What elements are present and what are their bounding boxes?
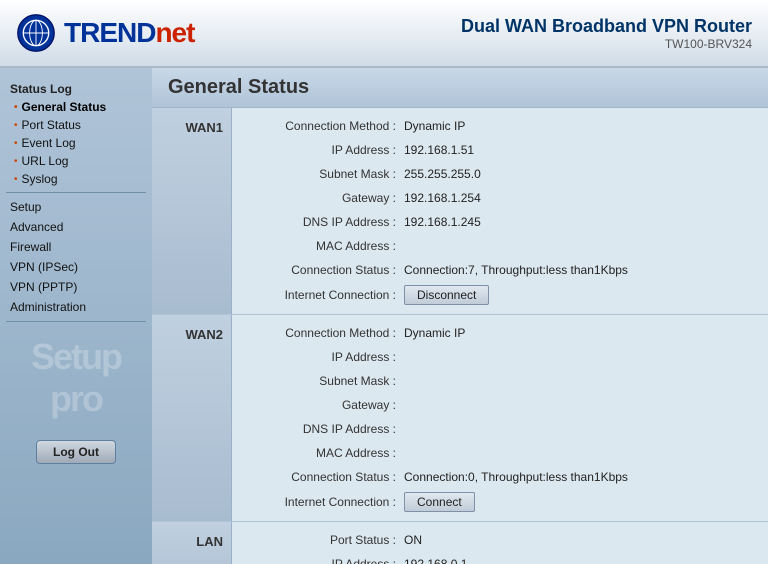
- wan2-subnet-label: Subnet Mask :: [244, 374, 404, 388]
- wan1-internet-label: Internet Connection :: [244, 288, 404, 302]
- wan1-dns-label: DNS IP Address :: [244, 215, 404, 229]
- sidebar-label-port-status: Port Status: [22, 118, 81, 132]
- wan1-label: WAN1: [152, 108, 232, 314]
- sidebar-item-vpn-pptp[interactable]: VPN (PPTP): [0, 277, 152, 297]
- wan1-gateway-row: Gateway : 192.168.1.254: [232, 186, 768, 210]
- wan2-status-value: Connection:0, Throughput:less than1Kbps: [404, 470, 628, 484]
- lan-port-status-value: ON: [404, 533, 422, 547]
- wan2-section: WAN2 Connection Method : Dynamic IP IP A…: [152, 315, 768, 522]
- main-layout: Status Log • General Status • Port Statu…: [0, 68, 768, 564]
- wan1-fields: Connection Method : Dynamic IP IP Addres…: [232, 108, 768, 314]
- logo: TRENDnet: [16, 13, 194, 53]
- wan1-gateway-label: Gateway :: [244, 191, 404, 205]
- wan2-status-row: Connection Status : Connection:0, Throug…: [232, 465, 768, 489]
- wan2-subnet-row: Subnet Mask :: [232, 369, 768, 393]
- bullet-icon: •: [14, 138, 18, 149]
- wan1-status-label: Connection Status :: [244, 263, 404, 277]
- sidebar-divider-2: [6, 321, 146, 322]
- sidebar-item-event-log[interactable]: • Event Log: [0, 134, 152, 152]
- wan1-ip-label: IP Address :: [244, 143, 404, 157]
- wan1-status-row: Connection Status : Connection:7, Throug…: [232, 258, 768, 282]
- wan2-connection-method-label: Connection Method :: [244, 326, 404, 340]
- status-log-title: Status Log: [0, 78, 152, 98]
- wan1-ip-value: 192.168.1.51: [404, 143, 474, 157]
- sidebar-item-url-log[interactable]: • URL Log: [0, 152, 152, 170]
- sidebar-item-setup[interactable]: Setup: [0, 197, 152, 217]
- wan2-fields: Connection Method : Dynamic IP IP Addres…: [232, 315, 768, 521]
- content-title: General Status: [168, 76, 752, 99]
- sidebar: Status Log • General Status • Port Statu…: [0, 68, 152, 564]
- wan2-ip-row: IP Address :: [232, 345, 768, 369]
- lan-ip-label: IP Address :: [244, 557, 404, 564]
- wan1-ip-row: IP Address : 192.168.1.51: [232, 138, 768, 162]
- sidebar-divider: [6, 192, 146, 193]
- bullet-icon: •: [14, 102, 18, 113]
- wan1-mac-row: MAC Address :: [232, 234, 768, 258]
- wan2-mac-label: MAC Address :: [244, 446, 404, 460]
- sidebar-label-event-log: Event Log: [22, 136, 76, 150]
- content-area: General Status WAN1 Connection Method : …: [152, 68, 768, 564]
- lan-port-status-label: Port Status :: [244, 533, 404, 547]
- wan1-subnet-row: Subnet Mask : 255.255.255.0: [232, 162, 768, 186]
- wan2-connection-method-value: Dynamic IP: [404, 326, 465, 340]
- wan2-dns-row: DNS IP Address :: [232, 417, 768, 441]
- wan2-status-label: Connection Status :: [244, 470, 404, 484]
- wan1-connection-method-row: Connection Method : Dynamic IP: [232, 114, 768, 138]
- sidebar-item-general-status[interactable]: • General Status: [0, 98, 152, 116]
- wan1-subnet-label: Subnet Mask :: [244, 167, 404, 181]
- logo-text: TRENDnet: [64, 17, 194, 49]
- content-body: WAN1 Connection Method : Dynamic IP IP A…: [152, 108, 768, 564]
- wan2-internet-row: Internet Connection : Connect: [232, 489, 768, 515]
- wan2-gateway-label: Gateway :: [244, 398, 404, 412]
- sidebar-watermark: Setuppro: [0, 326, 152, 430]
- wan1-internet-row: Internet Connection : Disconnect: [232, 282, 768, 308]
- wan1-section: WAN1 Connection Method : Dynamic IP IP A…: [152, 108, 768, 315]
- bullet-icon: •: [14, 156, 18, 167]
- lan-fields: Port Status : ON IP Address : 192.168.0.…: [232, 522, 768, 564]
- sidebar-item-port-status[interactable]: • Port Status: [0, 116, 152, 134]
- lan-ip-row: IP Address : 192.168.0.1: [232, 552, 768, 564]
- wan2-label: WAN2: [152, 315, 232, 521]
- lan-port-status-row: Port Status : ON: [232, 528, 768, 552]
- wan2-connection-method-row: Connection Method : Dynamic IP: [232, 321, 768, 345]
- wan2-ip-label: IP Address :: [244, 350, 404, 364]
- wan2-gateway-row: Gateway :: [232, 393, 768, 417]
- sidebar-label-syslog: Syslog: [22, 172, 58, 186]
- sidebar-item-administration[interactable]: Administration: [0, 297, 152, 317]
- wan2-internet-label: Internet Connection :: [244, 495, 404, 509]
- wan1-subnet-value: 255.255.255.0: [404, 167, 481, 181]
- lan-label: LAN: [152, 522, 232, 564]
- sidebar-label-general-status: General Status: [22, 100, 107, 114]
- wan2-connect-button[interactable]: Connect: [404, 492, 475, 512]
- wan1-dns-row: DNS IP Address : 192.168.1.245: [232, 210, 768, 234]
- bullet-icon: •: [14, 174, 18, 185]
- page-header: TRENDnet Dual WAN Broadband VPN Router T…: [0, 0, 768, 68]
- content-header: General Status: [152, 68, 768, 108]
- wan1-connection-method-value: Dynamic IP: [404, 119, 465, 133]
- sidebar-label-url-log: URL Log: [22, 154, 69, 168]
- product-title: Dual WAN Broadband VPN Router: [461, 16, 752, 37]
- sidebar-item-syslog[interactable]: • Syslog: [0, 170, 152, 188]
- sidebar-item-advanced[interactable]: Advanced: [0, 217, 152, 237]
- sidebar-item-firewall[interactable]: Firewall: [0, 237, 152, 257]
- bullet-icon: •: [14, 120, 18, 131]
- wan2-dns-label: DNS IP Address :: [244, 422, 404, 436]
- wan1-disconnect-button[interactable]: Disconnect: [404, 285, 489, 305]
- wan1-dns-value: 192.168.1.245: [404, 215, 481, 229]
- logout-button[interactable]: Log Out: [36, 440, 116, 464]
- wan1-mac-label: MAC Address :: [244, 239, 404, 253]
- product-model: TW100-BRV324: [461, 37, 752, 51]
- lan-ip-value: 192.168.0.1: [404, 557, 467, 564]
- wan1-status-value: Connection:7, Throughput:less than1Kbps: [404, 263, 628, 277]
- sidebar-item-vpn-ipsec[interactable]: VPN (IPSec): [0, 257, 152, 277]
- wan2-mac-row: MAC Address :: [232, 441, 768, 465]
- lan-section: LAN Port Status : ON IP Address : 192.16…: [152, 522, 768, 564]
- wan1-connection-method-label: Connection Method :: [244, 119, 404, 133]
- logo-icon: [16, 13, 56, 53]
- header-info: Dual WAN Broadband VPN Router TW100-BRV3…: [461, 16, 752, 51]
- wan1-gateway-value: 192.168.1.254: [404, 191, 481, 205]
